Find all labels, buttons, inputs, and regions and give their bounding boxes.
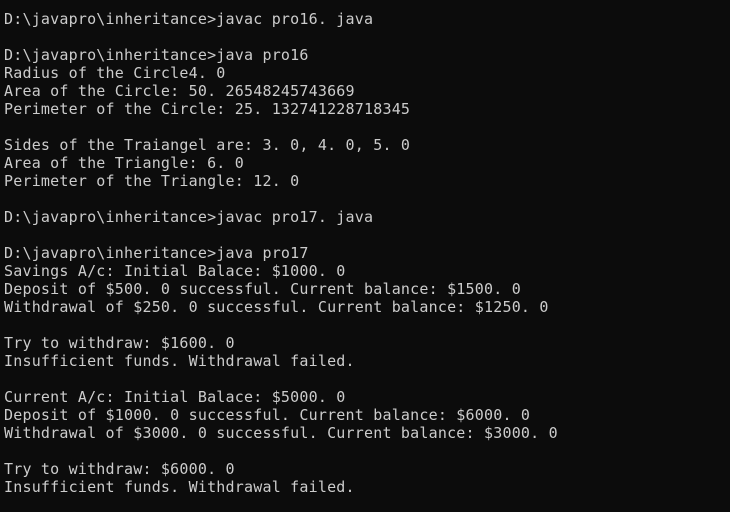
console-line: Perimeter of the Triangle: 12. 0 <box>4 172 300 190</box>
console-line: Perimeter of the Circle: 25. 13274122871… <box>4 100 411 118</box>
console-line: Area of the Circle: 50. 26548245743669 <box>4 82 355 100</box>
console-line: Try to withdraw: $1600. 0 <box>4 334 235 352</box>
console-line: D:\javapro\inheritance>javac pro16. java <box>4 10 374 28</box>
console-line: Radius of the Circle4. 0 <box>4 64 226 82</box>
console-line: Insufficient funds. Withdrawal failed. <box>4 352 355 370</box>
console-output[interactable]: D:\javapro\inheritance>javac pro16. java… <box>0 0 730 512</box>
console-line: Area of the Triangle: 6. 0 <box>4 154 244 172</box>
console-line: Savings A/c: Initial Balace: $1000. 0 <box>4 262 346 280</box>
console-line: Insufficient funds. Withdrawal failed. <box>4 478 355 496</box>
console-line: Try to withdraw: $6000. 0 <box>4 460 235 478</box>
console-line: D:\javapro\inheritance>java pro17 <box>4 244 309 262</box>
console-line: Current A/c: Initial Balace: $5000. 0 <box>4 388 346 406</box>
console-line: Sides of the Traiangel are: 3. 0, 4. 0, … <box>4 136 411 154</box>
console-line: Withdrawal of $3000. 0 successful. Curre… <box>4 424 558 442</box>
console-line: Withdrawal of $250. 0 successful. Curren… <box>4 298 549 316</box>
console-line: Deposit of $1000. 0 successful. Current … <box>4 406 531 424</box>
console-line: Deposit of $500. 0 successful. Current b… <box>4 280 521 298</box>
console-line: D:\javapro\inheritance>java pro16 <box>4 46 309 64</box>
console-line: D:\javapro\inheritance>javac pro17. java <box>4 208 374 226</box>
